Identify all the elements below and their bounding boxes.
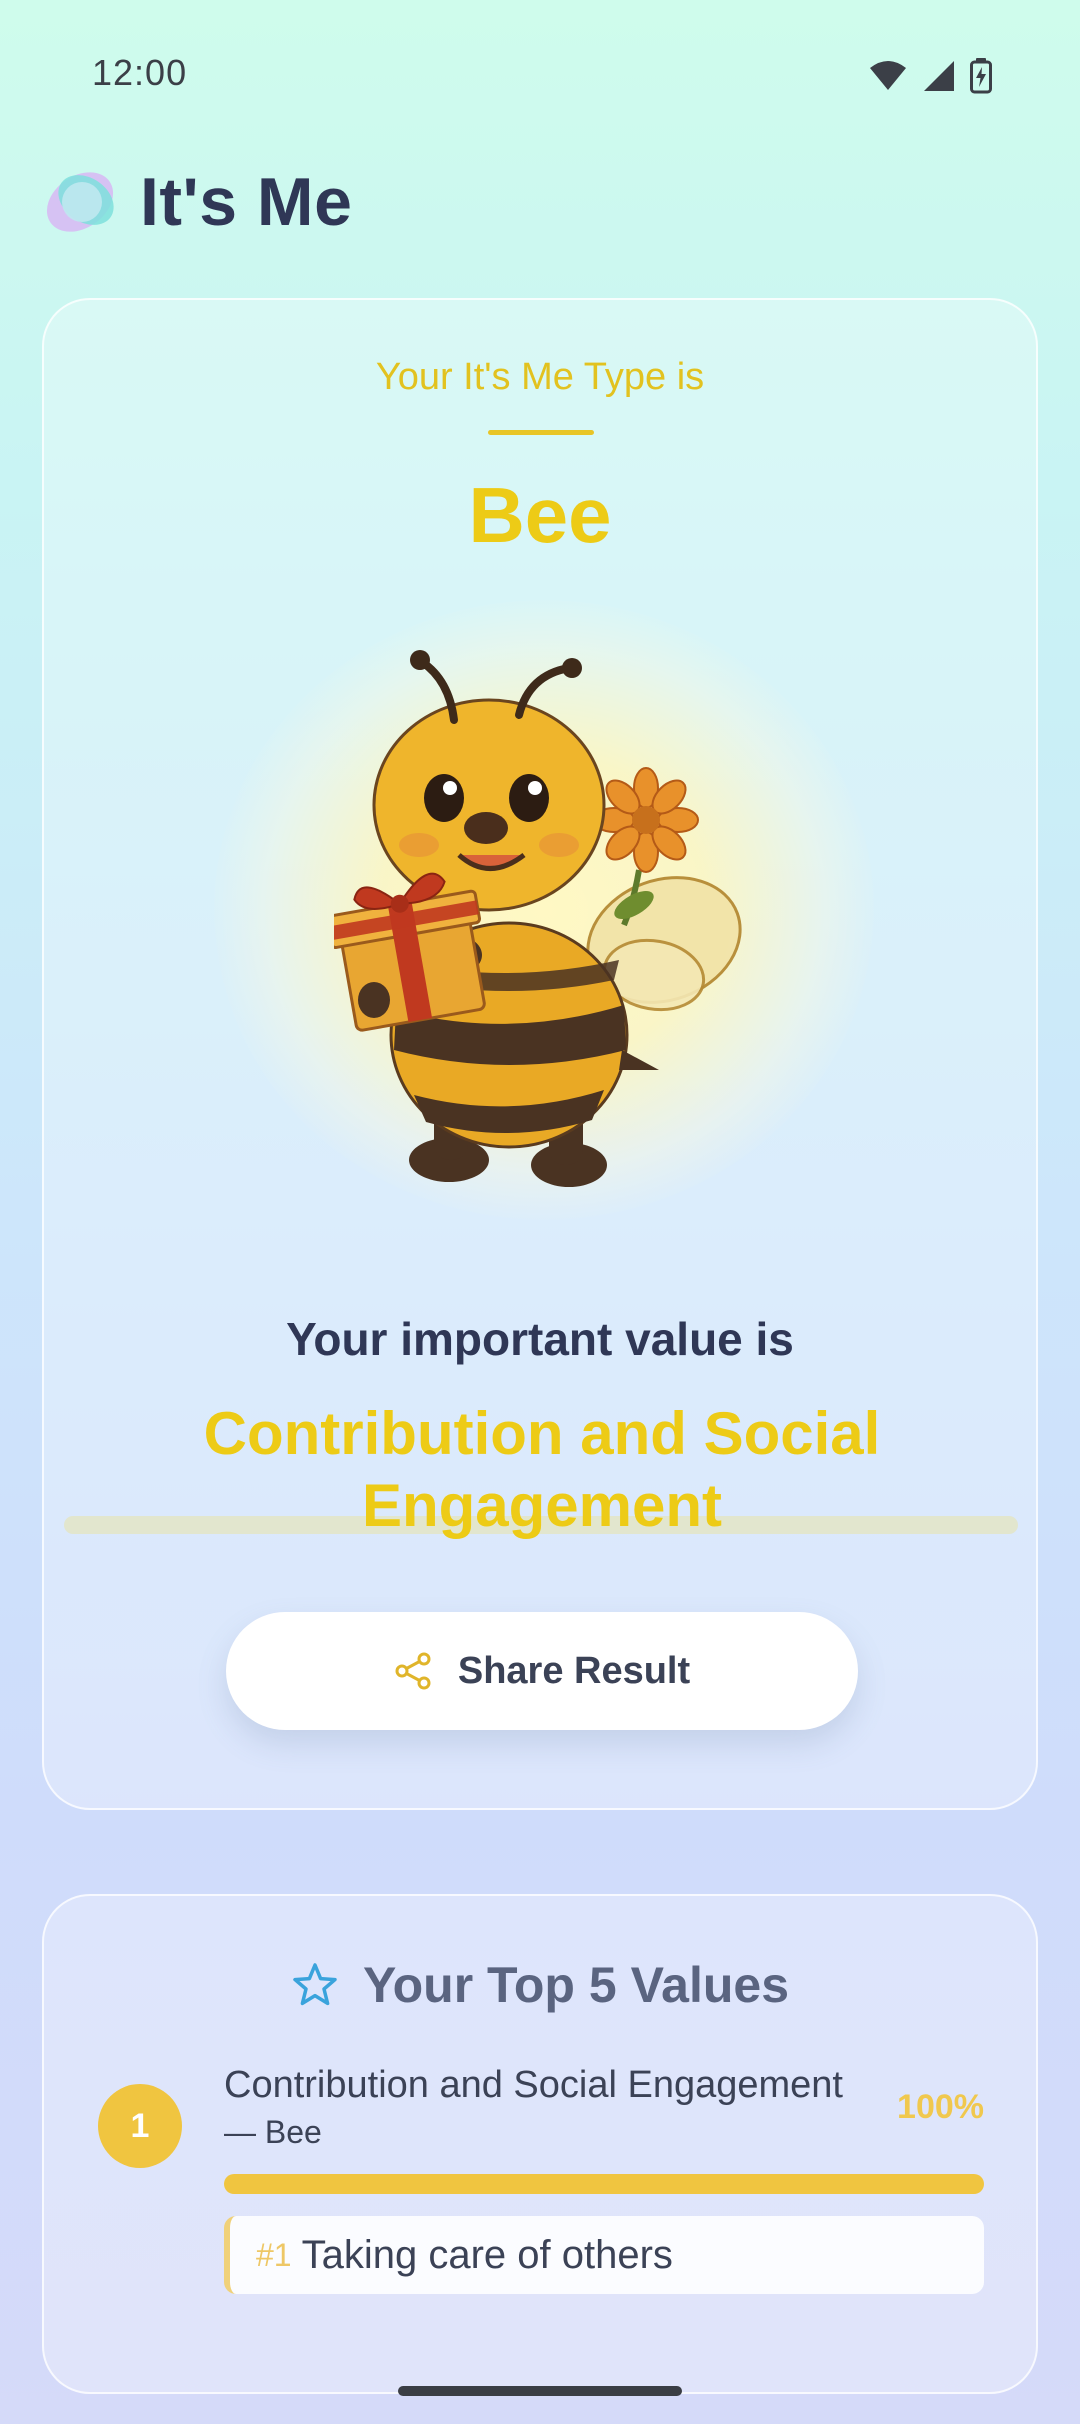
top-values-card: Your Top 5 Values 1 Contribution and Soc…	[42, 1894, 1038, 2394]
share-result-button[interactable]: Share Result	[226, 1612, 858, 1730]
status-bar: 12:00	[0, 0, 1080, 150]
its-me-logo	[46, 172, 114, 232]
value-item-title: Contribution and Social Engagement	[224, 2064, 843, 2106]
app-title: It's Me	[140, 164, 353, 240]
bee-holding-gift-illustration	[334, 650, 742, 1187]
value-caption: Your important value is	[286, 1313, 794, 1365]
type-caption: Your It's Me Type is	[375, 356, 705, 398]
top-values-title: Your Top 5 Values	[362, 1957, 790, 2013]
rank-badge: 1	[98, 2084, 182, 2168]
status-icons	[868, 58, 992, 94]
share-button-label: Share Result	[457, 1649, 691, 1692]
value-progress-fill	[224, 2174, 984, 2194]
star-icon	[293, 1963, 337, 2006]
top-values-header: Your Top 5 Values	[44, 1956, 1036, 2014]
share-icon	[395, 1652, 431, 1690]
type-name: Bee	[468, 471, 612, 559]
value-detail-label: Taking care of others	[301, 2232, 673, 2277]
value-item-subtitle: — Bee	[224, 2114, 322, 2150]
value-name: Contribution and Social Engagement	[203, 1400, 881, 1539]
value-item-percent: 100%	[897, 2088, 984, 2126]
app-header: It's Me	[40, 160, 352, 244]
wifi-icon	[870, 61, 906, 90]
signal-icon	[924, 61, 954, 91]
status-time: 12:00	[92, 52, 188, 93]
value-detail-item[interactable]: #1 Taking care of others	[224, 2216, 984, 2294]
type-underline	[488, 430, 594, 435]
result-card: Your It's Me Type is Bee Your important …	[42, 298, 1038, 1810]
home-indicator[interactable]	[398, 2386, 682, 2396]
value-detail-rank: #1	[256, 2236, 292, 2273]
battery-charging-icon	[970, 58, 992, 94]
value-progress-track	[224, 2174, 984, 2194]
